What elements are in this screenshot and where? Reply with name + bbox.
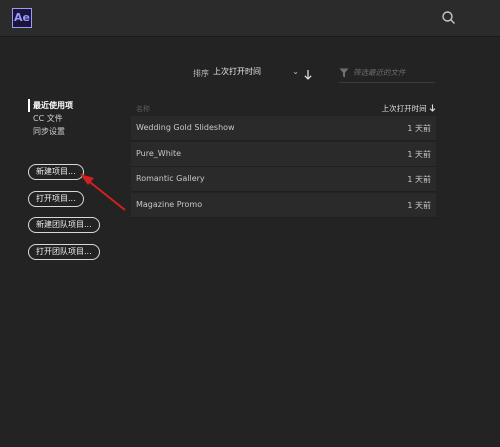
file-date: 1 天前 <box>407 175 431 184</box>
column-header-last-opened[interactable]: 上次打开时间 <box>382 103 436 114</box>
after-effects-logo: Ae <box>12 8 32 28</box>
file-date: 1 天前 <box>407 124 431 133</box>
sidebar-item-cc-files[interactable]: CC 文件 <box>28 112 73 125</box>
search-icon <box>442 11 455 24</box>
funnel-icon <box>339 68 349 78</box>
sort-value: 上次打开时间 <box>213 67 261 76</box>
file-name: Romantic Gallery <box>136 174 205 183</box>
chevron-down-icon: ⌄ <box>292 67 299 76</box>
column-header-last-opened-label: 上次打开时间 <box>381 104 427 113</box>
list-item[interactable]: Pure_White 1 天前 <box>131 141 436 167</box>
new-team-project-button[interactable]: 新建团队项目... <box>28 217 100 233</box>
list-header: 名称 上次打开时间 <box>131 100 436 116</box>
open-team-project-button[interactable]: 打开团队项目... <box>28 244 100 260</box>
top-bar: Ae <box>0 0 500 37</box>
sidebar-item-sync-settings[interactable]: 同步设置 <box>28 125 73 138</box>
list-item[interactable]: Magazine Promo 1 天前 <box>131 192 436 218</box>
file-name: Pure_White <box>136 148 182 158</box>
filter-input[interactable] <box>353 66 433 79</box>
arrow-down-icon <box>304 70 312 80</box>
file-date: 1 天前 <box>407 149 431 159</box>
sort-label: 排序 <box>193 69 209 78</box>
new-project-button[interactable]: 新建项目... <box>28 164 84 180</box>
list-item[interactable]: Romantic Gallery 1 天前 <box>131 167 436 192</box>
sort-direction-button[interactable] <box>303 66 313 80</box>
column-header-name[interactable]: 名称 <box>136 104 150 114</box>
sidebar-item-recent[interactable]: 最近使用项 <box>28 99 73 112</box>
sidebar: 最近使用项 CC 文件 同步设置 <box>28 99 73 138</box>
file-date: 1 天前 <box>407 200 431 210</box>
arrow-down-icon <box>429 104 436 112</box>
list-item[interactable]: Wedding Gold Slideshow 1 天前 <box>131 116 436 141</box>
sort-select[interactable]: 上次打开时间 ⌄ <box>213 64 299 80</box>
file-name: Wedding Gold Slideshow <box>136 123 235 132</box>
recent-files-list: 名称 上次打开时间 Wedding Gold Slideshow 1 天前 Pu… <box>131 100 436 218</box>
open-project-button[interactable]: 打开项目... <box>28 191 84 207</box>
search-button[interactable] <box>440 9 458 27</box>
file-name: Magazine Promo <box>136 199 203 209</box>
filter-field <box>339 64 435 83</box>
